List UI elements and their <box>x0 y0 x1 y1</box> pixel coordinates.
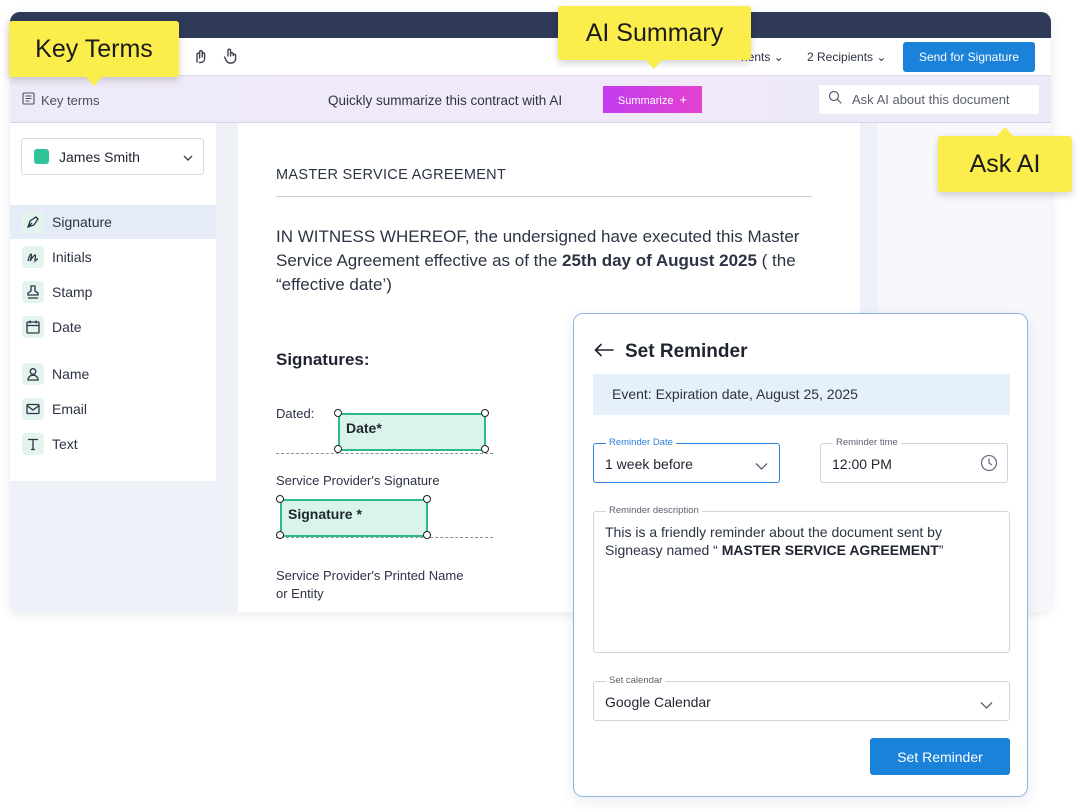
dated-signature-line <box>276 453 493 454</box>
reminder-title: Set Reminder <box>625 341 748 362</box>
title-divider <box>276 196 812 197</box>
signer-color-swatch <box>34 149 49 164</box>
printed-name-label: Service Provider's Printed Name or Entit… <box>276 568 464 601</box>
initials-icon <box>22 246 44 268</box>
signature-field[interactable]: Signature * <box>280 499 428 537</box>
reminder-description-textarea[interactable]: Reminder description This is a friendly … <box>593 505 1010 653</box>
field-item-email[interactable]: Email <box>10 392 216 426</box>
provider-signature-label: Service Provider's Signature <box>276 473 440 488</box>
reminder-date-value: 1 week before <box>605 456 693 472</box>
ai-prompt-text: Quickly summarize this contract with AI <box>328 93 563 108</box>
date-field[interactable]: Date* <box>338 413 486 451</box>
pen-nib-icon <box>22 211 44 233</box>
set-reminder-panel: Set Reminder Event: Expiration date, Aug… <box>573 313 1028 797</box>
field-item-name[interactable]: Name <box>10 357 216 391</box>
witness-paragraph: IN WITNESS WHEREOF, the undersigned have… <box>276 227 800 294</box>
chevron-down-icon: ⌄ <box>876 50 887 64</box>
reminder-date-select[interactable]: Reminder Date 1 week before <box>593 437 780 483</box>
ask-ai-input[interactable] <box>852 92 1032 107</box>
person-icon <box>22 363 44 385</box>
field-item-date[interactable]: Date <box>10 310 216 344</box>
callout-ai-summary: AI Summary <box>558 6 751 69</box>
send-for-signature-button[interactable]: Send for Signature <box>903 42 1035 72</box>
calendar-select[interactable]: Set calendar Google Calendar <box>593 675 1010 721</box>
provider-signature-line <box>276 537 493 538</box>
callout-ask-ai: Ask AI <box>938 127 1072 192</box>
pointer-hand-icon[interactable] <box>220 46 240 66</box>
reminder-time-input[interactable]: Reminder time 12:00 PM <box>820 437 1008 483</box>
resize-handle[interactable] <box>481 409 489 417</box>
field-item-initials[interactable]: Initials <box>10 240 216 274</box>
key-terms-link[interactable]: Key terms <box>22 92 100 108</box>
recipients-dropdown[interactable]: 2 Recipients ⌄ <box>807 50 886 64</box>
chevron-down-icon <box>755 458 768 476</box>
redo-hand-icon[interactable] <box>190 46 210 66</box>
stamp-icon <box>22 281 44 303</box>
resize-handle[interactable] <box>423 531 431 539</box>
calendar-label: Set calendar <box>606 675 666 686</box>
reminder-description-label: Reminder description <box>606 505 702 516</box>
ai-assistant-bar: Key terms Quickly summarize this contrac… <box>10 75 1051 123</box>
resize-handle[interactable] <box>423 495 431 503</box>
field-item-stamp[interactable]: Stamp <box>10 275 216 309</box>
resize-handle[interactable] <box>276 495 284 503</box>
callout-pointer <box>646 60 662 69</box>
signer-select[interactable]: James Smith <box>21 138 204 175</box>
key-terms-label: Key terms <box>41 92 100 108</box>
chevron-down-icon: ⌄ <box>773 50 784 64</box>
fields-sidebar: James Smith Signature Initials Stamp Dat… <box>10 123 216 481</box>
calendar-value: Google Calendar <box>605 694 711 710</box>
set-reminder-button[interactable]: Set Reminder <box>870 738 1010 775</box>
callout-pointer <box>86 77 102 86</box>
reminder-description-text: This is a friendly reminder about the do… <box>605 524 944 558</box>
callout-pointer <box>997 127 1013 136</box>
dated-label: Dated: <box>276 406 315 421</box>
sparkle-icon: + <box>679 92 688 107</box>
field-item-text[interactable]: Text <box>10 427 216 461</box>
calendar-icon <box>22 316 44 338</box>
search-icon <box>828 90 842 109</box>
text-t-icon <box>22 433 44 455</box>
resize-handle[interactable] <box>334 409 342 417</box>
resize-handle[interactable] <box>334 445 342 453</box>
field-item-signature[interactable]: Signature <box>10 205 216 239</box>
chevron-down-icon <box>182 151 194 169</box>
reminder-time-label: Reminder time <box>833 437 901 448</box>
reminder-time-value: 12:00 PM <box>832 456 892 472</box>
signer-name: James Smith <box>59 148 140 165</box>
callout-key-terms: Key Terms <box>9 21 179 86</box>
event-banner: Event: Expiration date, August 25, 2025 <box>593 374 1010 415</box>
envelope-icon <box>22 398 44 420</box>
resize-handle[interactable] <box>276 531 284 539</box>
back-arrow-icon[interactable] <box>594 343 614 362</box>
document-list-icon <box>22 92 35 108</box>
chevron-down-icon <box>980 697 993 715</box>
clock-icon[interactable] <box>980 454 998 477</box>
document-title: MASTER SERVICE AGREEMENT <box>276 167 507 183</box>
reminder-date-label: Reminder Date <box>606 437 676 448</box>
signatures-heading: Signatures: <box>276 350 370 369</box>
summarize-button[interactable]: Summarize + <box>603 86 702 113</box>
resize-handle[interactable] <box>481 445 489 453</box>
ask-ai-search[interactable] <box>818 84 1040 115</box>
